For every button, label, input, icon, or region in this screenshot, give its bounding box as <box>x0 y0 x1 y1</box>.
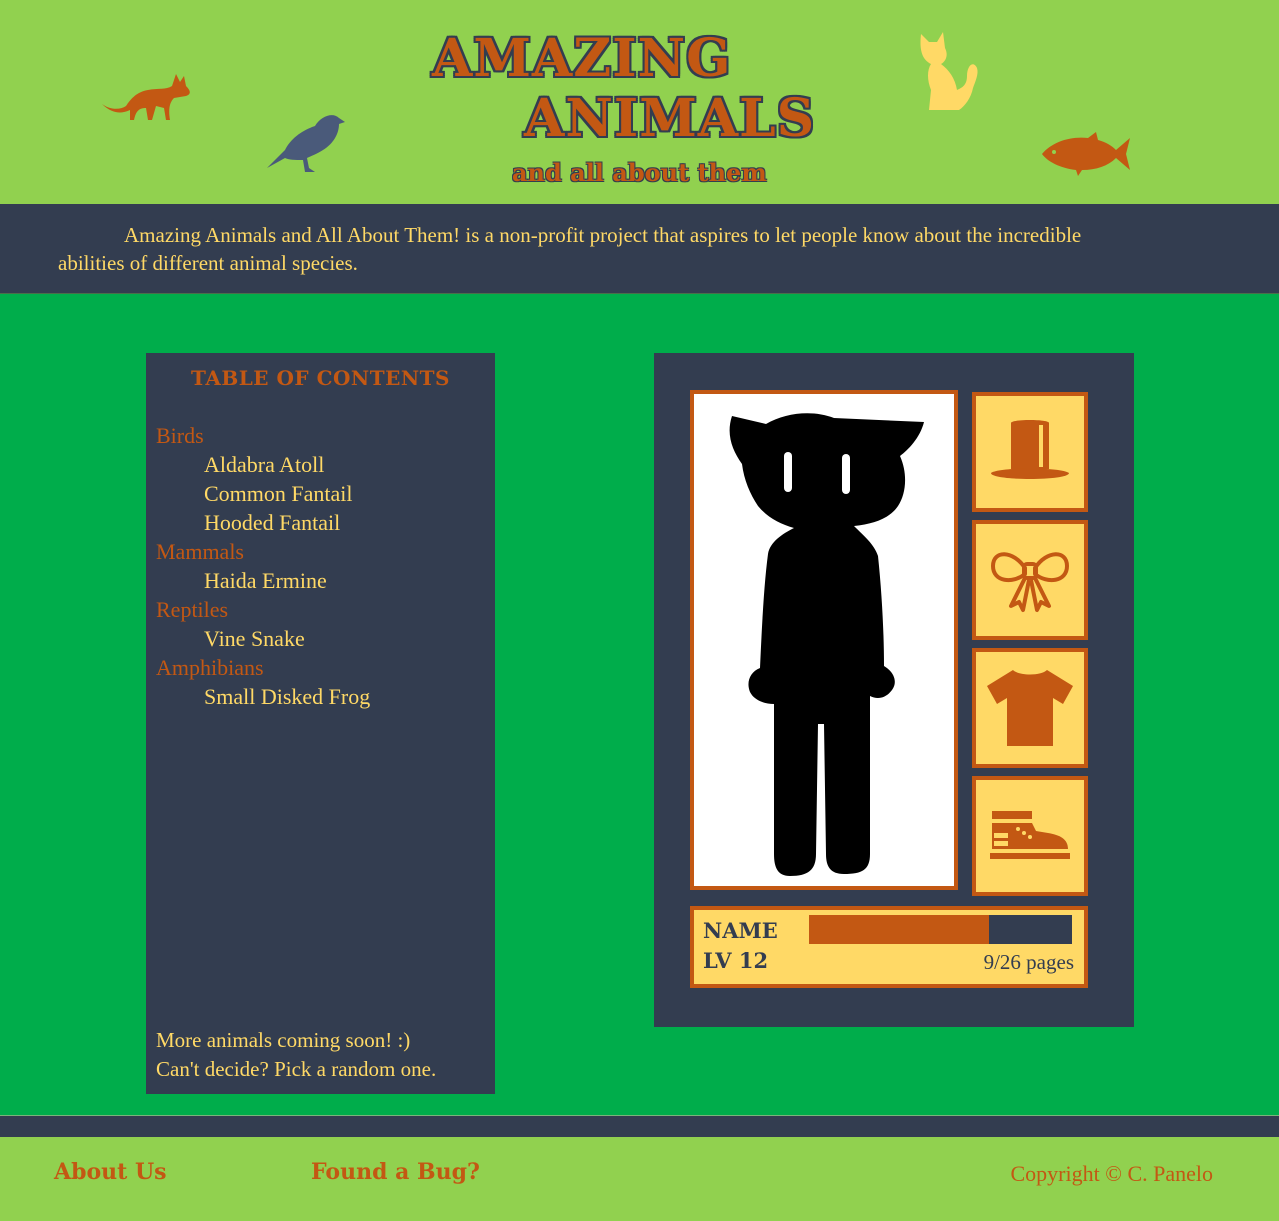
toc-item-vine-snake[interactable]: Vine Snake <box>156 624 370 653</box>
intro-banner: Amazing Animals and All About Them! is a… <box>0 204 1279 294</box>
random-animal-link[interactable]: Can't decide? Pick a random one. <box>156 1055 436 1084</box>
toc-item-common-fantail[interactable]: Common Fantail <box>156 479 370 508</box>
toc-item-small-disked-frog[interactable]: Small Disked Frog <box>156 682 370 711</box>
character-level: LV 12 <box>703 948 769 973</box>
character-portrait <box>690 390 958 890</box>
coming-soon-text: More animals coming soon! :) <box>156 1028 411 1052</box>
copyright-text: Copyright © C. Panelo <box>1010 1161 1214 1186</box>
found-a-bug-link[interactable]: Found a Bug? <box>311 1159 480 1185</box>
toc-item-haida-ermine[interactable]: Haida Ermine <box>156 566 370 595</box>
top-hat-icon <box>991 420 1069 479</box>
toc-footer: More animals coming soon! :) Can't decid… <box>156 1026 436 1084</box>
character-stats: NAME LV 12 9/26 pages <box>690 906 1088 988</box>
site-footer: About Us Found a Bug? Copyright © C. Pan… <box>0 1137 1279 1221</box>
character-silhouette <box>729 413 924 876</box>
fish-icon <box>1042 132 1130 176</box>
about-us-link[interactable]: About Us <box>54 1159 167 1185</box>
toc-category-mammals[interactable]: Mammals <box>156 537 370 566</box>
toc-list: Birds Aldabra Atoll Common Fantail Hoode… <box>156 421 370 711</box>
progress-bar <box>809 915 1072 944</box>
bow-icon <box>991 552 1069 612</box>
bird-icon <box>267 115 345 172</box>
shirt-icon <box>987 670 1073 746</box>
pages-read: 9/26 pages <box>983 950 1074 974</box>
footer-divider <box>0 1115 1279 1138</box>
intro-text: Amazing Animals and All About Them! is a… <box>58 223 1082 275</box>
toc-category-reptiles[interactable]: Reptiles <box>156 595 370 624</box>
site-header: AMAZING ANIMALS and all about them <box>0 0 1279 204</box>
toc-title: TABLE OF CONTENTS <box>191 366 450 390</box>
character-panel: NAME LV 12 9/26 pages <box>654 353 1134 1027</box>
toc-category-amphibians[interactable]: Amphibians <box>156 653 370 682</box>
hat-slot[interactable] <box>972 392 1088 512</box>
shirt-slot[interactable] <box>972 648 1088 768</box>
table-of-contents: TABLE OF CONTENTS Birds Aldabra Atoll Co… <box>146 353 495 1094</box>
toc-category-birds[interactable]: Birds <box>156 421 370 450</box>
sneaker-icon <box>990 811 1070 859</box>
character-name-label: NAME <box>703 918 778 943</box>
site-subtitle: and all about them <box>512 158 767 187</box>
bow-slot[interactable] <box>972 520 1088 640</box>
site-title-line2: ANIMALS <box>524 88 816 149</box>
fox-icon <box>102 74 190 120</box>
progress-bar-fill <box>809 915 989 944</box>
toc-item-aldabra-atoll[interactable]: Aldabra Atoll <box>156 450 370 479</box>
shoe-slot[interactable] <box>972 776 1088 896</box>
toc-item-hooded-fantail[interactable]: Hooded Fantail <box>156 508 370 537</box>
cat-icon <box>920 32 978 110</box>
site-title-line1: AMAZING <box>432 28 732 89</box>
